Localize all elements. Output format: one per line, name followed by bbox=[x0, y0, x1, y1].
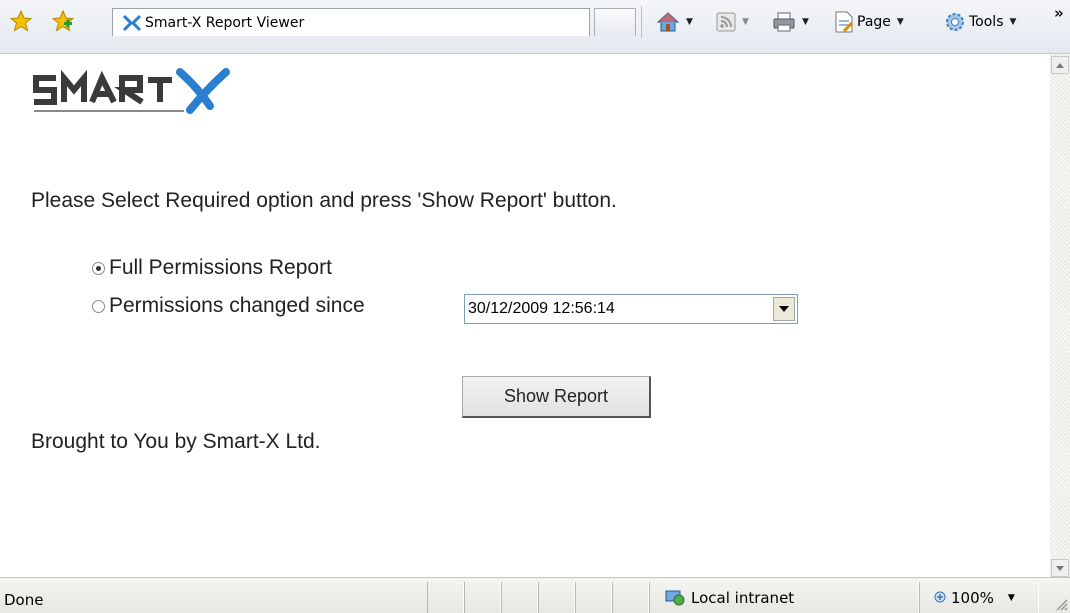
status-pane bbox=[501, 582, 538, 613]
full-permissions-label: Full Permissions Report bbox=[109, 256, 332, 279]
tools-menu-button[interactable]: Tools ▼ bbox=[944, 9, 1016, 35]
smartx-x-icon bbox=[122, 14, 142, 32]
status-pane bbox=[464, 582, 501, 613]
tab-title: Smart-X Report Viewer bbox=[145, 15, 305, 31]
page-menu-label: Page bbox=[857, 14, 891, 30]
dropdown-arrow-button[interactable] bbox=[773, 297, 795, 321]
home-icon bbox=[656, 12, 680, 32]
zoom-dropdown-icon[interactable]: ▼ bbox=[1008, 593, 1015, 603]
full-permissions-radio[interactable] bbox=[92, 261, 105, 275]
print-icon bbox=[773, 12, 795, 32]
date-select[interactable]: 30/12/2009 12:56:14 bbox=[464, 294, 798, 324]
permissions-changed-radio[interactable] bbox=[92, 299, 105, 313]
page-content: Please Select Required option and press … bbox=[0, 54, 1050, 577]
status-pane bbox=[427, 582, 464, 613]
feeds-icon bbox=[716, 12, 736, 32]
security-zone-label: Local intranet bbox=[691, 589, 795, 607]
status-pane bbox=[612, 582, 649, 613]
browser-command-bar: Smart-X Report Viewer ▼ ▼ ▼ Page ▼ Tools… bbox=[0, 0, 1070, 54]
home-button[interactable]: ▼ bbox=[656, 9, 693, 35]
page-menu-button[interactable]: Page ▼ bbox=[834, 9, 904, 35]
date-select-value: 30/12/2009 12:56:14 bbox=[468, 300, 615, 317]
chevron-down-icon bbox=[779, 306, 789, 312]
page-icon bbox=[835, 11, 854, 33]
intranet-globe-icon bbox=[665, 590, 685, 606]
arrow-up-icon bbox=[1056, 62, 1064, 68]
full-permissions-option[interactable]: Full Permissions Report bbox=[92, 256, 332, 280]
zoom-control[interactable]: 100% ▼ bbox=[934, 589, 1015, 607]
favorites-star-icon[interactable] bbox=[10, 10, 32, 32]
status-pane bbox=[538, 582, 575, 613]
toolbar-overflow-chevron[interactable]: » bbox=[1054, 4, 1064, 22]
add-favorites-icon[interactable] bbox=[52, 10, 74, 32]
status-pane bbox=[575, 582, 612, 613]
scroll-down-button[interactable] bbox=[1051, 559, 1069, 577]
print-button[interactable]: ▼ bbox=[772, 9, 809, 35]
security-zone[interactable]: Local intranet bbox=[665, 589, 794, 607]
vertical-scrollbar[interactable] bbox=[1050, 54, 1070, 577]
resize-grip-icon[interactable] bbox=[1052, 595, 1068, 611]
zoom-icon bbox=[934, 591, 946, 603]
show-report-button[interactable]: Show Report bbox=[462, 376, 651, 418]
scroll-up-button[interactable] bbox=[1051, 56, 1069, 74]
feeds-button[interactable]: ▼ bbox=[716, 9, 749, 35]
arrow-down-icon bbox=[1056, 565, 1064, 571]
instruction-text: Please Select Required option and press … bbox=[31, 189, 617, 212]
new-tab-button[interactable] bbox=[594, 8, 636, 36]
smartx-logo bbox=[33, 68, 230, 114]
browser-tab[interactable]: Smart-X Report Viewer bbox=[112, 8, 590, 36]
toolbar-divider bbox=[641, 6, 642, 38]
permissions-changed-option[interactable]: Permissions changed since bbox=[92, 294, 365, 318]
footer-credit: Brought to You by Smart-X Ltd. bbox=[31, 430, 321, 453]
permissions-changed-label: Permissions changed since bbox=[109, 294, 365, 317]
tools-menu-label: Tools bbox=[969, 14, 1004, 30]
tools-gear-icon bbox=[946, 13, 964, 31]
status-text: Done bbox=[4, 591, 44, 609]
zoom-level: 100% bbox=[951, 589, 994, 607]
status-bar: Done Local intranet 100% ▼ bbox=[0, 577, 1070, 613]
